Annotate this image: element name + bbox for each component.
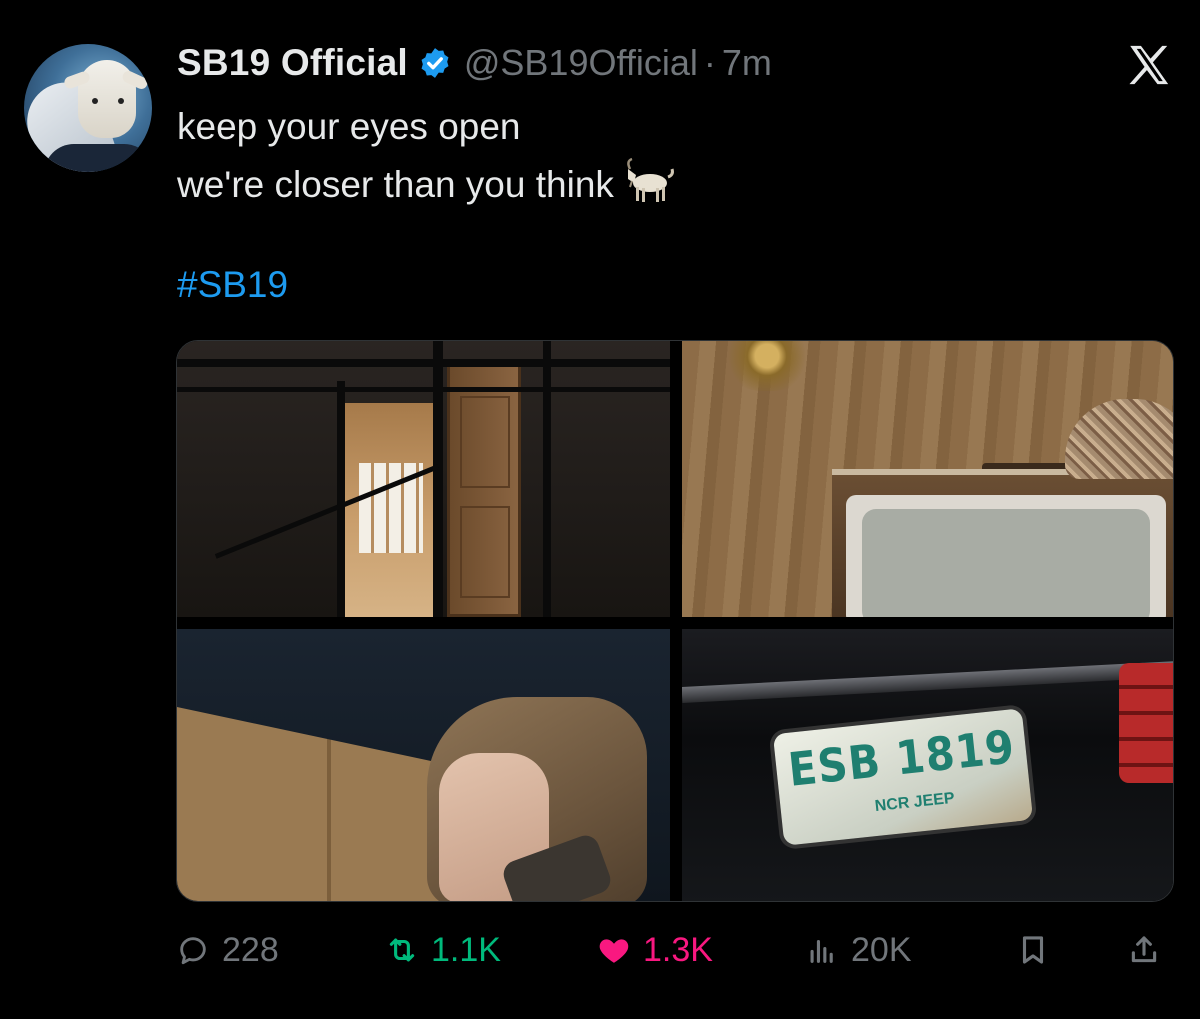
share-button[interactable]	[1127, 918, 1161, 982]
goat-emoji-icon	[627, 157, 674, 202]
media-photo-hat-hand[interactable]	[177, 629, 670, 901]
views-count: 20K	[851, 930, 912, 969]
author-row: SB19 Official @SB19Official · 7m	[177, 40, 772, 86]
verified-badge-icon	[421, 48, 449, 78]
plate-number: ESB 1819	[785, 719, 1018, 797]
bookmark-button[interactable]	[1016, 918, 1050, 982]
scaffold-bar	[177, 359, 670, 367]
x-logo-icon[interactable]	[1126, 42, 1172, 88]
door-panel	[460, 506, 510, 598]
tweet-text: keep your eyes open we're closer than yo…	[177, 98, 676, 214]
media-photo-tv[interactable]	[682, 341, 1173, 617]
like-count: 1.3K	[643, 930, 713, 969]
tweet-text-line: keep your eyes open	[177, 106, 521, 147]
retweet-button[interactable]: 1.1K	[385, 918, 501, 982]
heart-icon	[599, 939, 629, 963]
reply-icon	[180, 937, 206, 965]
display-name[interactable]: SB19 Official	[177, 42, 408, 84]
scaffold-bar	[337, 381, 345, 617]
reply-button[interactable]: 228	[176, 918, 279, 982]
photo-door	[447, 363, 521, 617]
scaffold-bar	[433, 341, 443, 617]
retweet-count: 1.1K	[431, 930, 501, 969]
photo-tv-screen	[862, 509, 1150, 617]
tweet-text-line: we're closer than you think	[177, 156, 676, 214]
timestamp[interactable]: 7m	[722, 42, 772, 84]
retweet-icon	[389, 938, 415, 962]
door-panel	[460, 396, 510, 488]
avatar-jacket	[44, 144, 152, 172]
scaffold-bar	[543, 341, 551, 617]
views-button[interactable]: 20K	[805, 918, 912, 982]
scaffold-bar	[177, 387, 670, 392]
views-icon	[810, 939, 833, 963]
hashtag-link[interactable]: #SB19	[177, 264, 288, 306]
reply-count: 228	[222, 930, 279, 969]
handle[interactable]: @SB19Official	[464, 42, 698, 84]
plate-subtext: NCR JEEP	[874, 789, 956, 816]
tweet-text-line-2: we're closer than you think	[177, 164, 614, 205]
avatar-goat-eye	[118, 98, 124, 104]
avatar-goat-eye	[92, 98, 98, 104]
media-grid: ESB 1819 NCR JEEP	[176, 340, 1174, 902]
photo-taillight	[1119, 663, 1173, 783]
bookmark-icon	[1022, 936, 1044, 964]
share-icon	[1131, 936, 1157, 963]
photo-tv	[832, 469, 1173, 617]
like-button[interactable]: 1.3K	[597, 918, 713, 982]
media-photo-license-plate[interactable]: ESB 1819 NCR JEEP	[682, 629, 1173, 901]
separator-dot: ·	[703, 42, 716, 83]
media-photo-scaffold-room[interactable]	[177, 341, 670, 617]
action-bar: 228 1.1K 1.3K 20K	[0, 918, 1200, 982]
avatar[interactable]	[24, 44, 152, 172]
